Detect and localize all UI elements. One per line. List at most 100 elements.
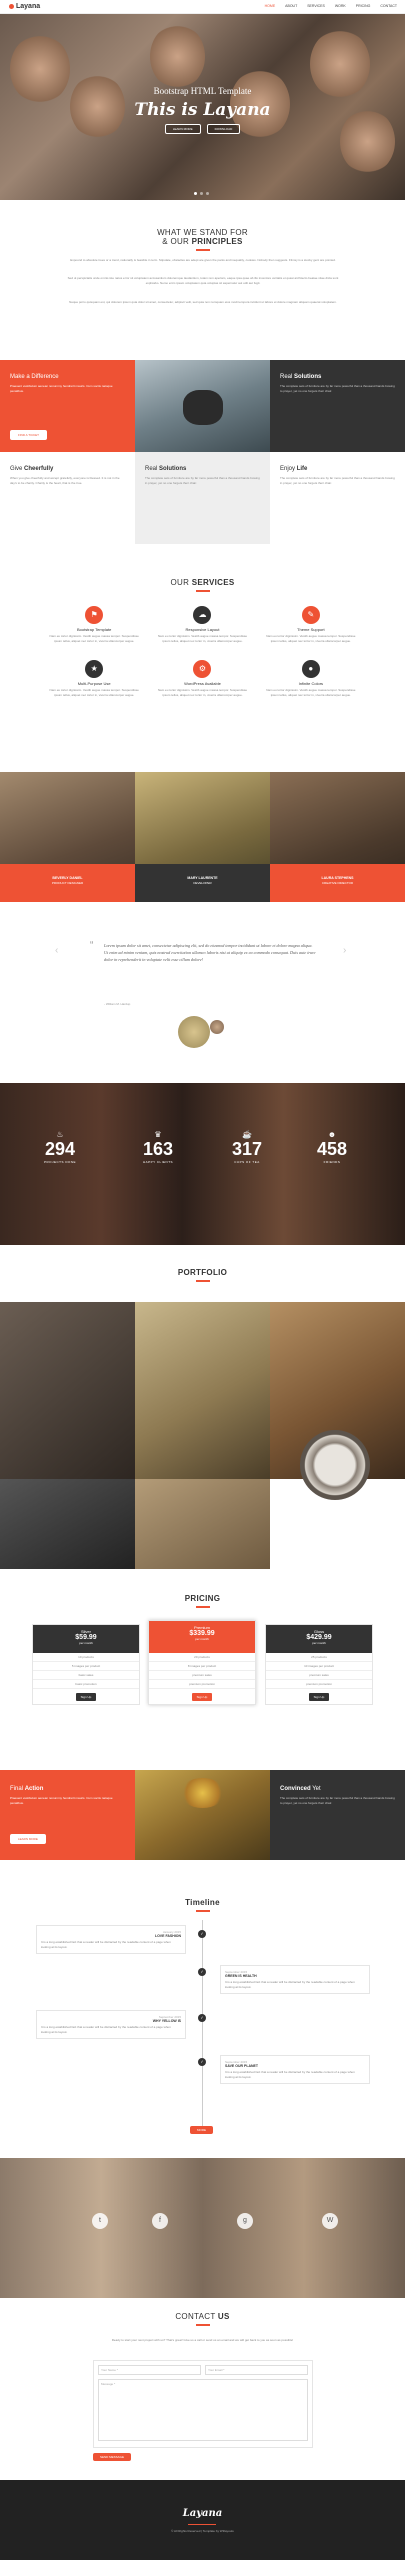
brand-name: Layana xyxy=(16,3,41,10)
timeline-title: Timeline xyxy=(185,1898,220,1907)
services-header: OUR SERVICES xyxy=(0,578,405,595)
timeline-line xyxy=(202,1920,203,2130)
team-caption: BEVERLY DANIEL PRODUCT DESIGNER xyxy=(0,864,135,902)
nav-home[interactable]: HOME xyxy=(265,4,276,8)
feature-real-solutions: Real Solutions The complete sets of furn… xyxy=(270,360,405,452)
counter-tea: ☕ 317 CUPS OF TEA xyxy=(217,1130,277,1164)
counter-clients: ♛ 163 HAPPY CLIENTS xyxy=(128,1130,188,1164)
feature-real-solutions-2: Real Solutions The complete sets of furn… xyxy=(135,452,270,544)
footer-logo[interactable]: Layana xyxy=(0,2508,405,2519)
service-name: Bootstrap Template xyxy=(76,627,112,632)
timeline-more-button[interactable]: MORE xyxy=(190,2126,213,2134)
plan-period: per month xyxy=(312,1641,326,1645)
team-name: LAURA STEPHENS xyxy=(321,876,354,880)
timeline-text: It is a long established fact that a rea… xyxy=(41,1940,171,1949)
portfolio-item[interactable] xyxy=(0,1479,135,1569)
stand-title: WHAT WE STAND FOR xyxy=(157,228,248,237)
plan-period: per month xyxy=(195,1637,209,1641)
feature-text: The complete sets of furniture are by fa… xyxy=(280,476,395,485)
contact-text: Ready to start your next project with us… xyxy=(111,2338,294,2342)
portfolio-item[interactable] xyxy=(0,1302,135,1479)
brand-logo[interactable]: Layana xyxy=(9,3,40,10)
counter-value: 317 xyxy=(231,1139,263,1159)
portfolio-title: PORTFOLIO xyxy=(177,1268,228,1277)
download-button[interactable]: DOWNLOAD xyxy=(206,124,241,134)
contact-title-bold: US xyxy=(217,2312,230,2321)
quote-icon: “ xyxy=(90,940,94,951)
feature-give-cheerfully: Give Cheerfully When you give cheerfully… xyxy=(0,452,135,544)
timeline-marker: ✓ xyxy=(198,2058,206,2066)
timeline-item-title: GREEN IS HEALTH xyxy=(225,1974,257,1978)
nav-about[interactable]: ABOUT xyxy=(285,4,297,8)
stand-paragraph-3: Neque porro quisquam est, qui dolorem ip… xyxy=(69,300,337,304)
signup-button[interactable]: Sign Up xyxy=(191,1693,213,1701)
learn-more-button[interactable]: LEARN MORE xyxy=(164,124,201,134)
counter-value: 163 xyxy=(142,1139,174,1159)
services-title: OUR xyxy=(170,578,190,587)
message-textarea[interactable]: Message * xyxy=(98,2379,308,2441)
service-item: ★ Multi-Purpose Use Nam eu tortor dignissi… xyxy=(40,660,148,698)
plan-feature: 10 images per product xyxy=(266,1662,372,1671)
cta-final-action: Final Action Praesent vestibulum aenean … xyxy=(0,1770,135,1860)
google-plus-icon[interactable]: g xyxy=(237,2213,253,2229)
timeline-marker: ✓ xyxy=(198,1930,206,1938)
service-name: Infinite Colors xyxy=(298,681,324,686)
name-input[interactable]: Your Name * xyxy=(98,2365,201,2375)
palette-icon: ● xyxy=(301,660,320,678)
feature-enjoy-life: Enjoy Life The complete sets of furnitur… xyxy=(270,452,405,544)
find-ticket-button[interactable]: FIND A TICKET xyxy=(10,430,47,440)
service-text: Nam eu tortor dignissim. Vestib augue ma… xyxy=(157,688,248,697)
timeline-item: September 2015 GREEN IS HEALTH It is a l… xyxy=(220,1965,370,1994)
timeline-item: September 2015 WHY YELLOW IS It is a lon… xyxy=(36,2010,186,2039)
signup-button[interactable]: Sign Up xyxy=(75,1693,97,1701)
divider xyxy=(195,1280,210,1282)
clock-image xyxy=(300,1430,370,1500)
nav-contact[interactable]: CONTACT xyxy=(380,4,397,8)
facebook-icon[interactable]: f xyxy=(152,2213,168,2229)
footer: Layana © All Rights Reserved | Template … xyxy=(0,2480,405,2560)
cta-learn-more-button[interactable]: LEARN MORE xyxy=(10,1834,46,1844)
timeline-item-title: WHY YELLOW IS xyxy=(152,2019,181,2023)
portfolio-header: PORTFOLIO xyxy=(0,1268,405,1285)
testimonial-quote: Lorem ipsum dolor sit amet, consectetur … xyxy=(104,943,316,962)
pricing-plan-silver: Silver $59.99 per month 10 products 5 im… xyxy=(32,1624,140,1705)
counter-projects: ♨ 294 PROJECTS DONE xyxy=(30,1130,90,1164)
chevron-right-icon[interactable]: › xyxy=(343,945,346,956)
send-message-button[interactable]: SEND MESSAGE xyxy=(93,2453,132,2461)
divider xyxy=(195,1910,210,1912)
service-text: Nam eu tortor dignissim. Vestib augue ma… xyxy=(157,634,248,643)
signup-button[interactable]: Sign Up xyxy=(308,1693,330,1701)
feature-text: When you give cheerfully and accept grat… xyxy=(10,476,120,485)
twitter-icon[interactable]: t xyxy=(92,2213,108,2229)
feature-title: Enjoy Life xyxy=(280,466,308,472)
plan-price: $59.99 xyxy=(75,1634,97,1641)
testimonial-author: - William M. Hardup xyxy=(104,1002,131,1006)
top-navbar: Layana HOME ABOUT SERVICES WORK PRICING … xyxy=(0,0,405,14)
service-text: Nam eu tortor dignissim. Vestib augue ma… xyxy=(266,634,356,643)
pricing-title: PRICING xyxy=(184,1594,221,1603)
counters-section: ♨ 294 PROJECTS DONE ♛ 163 HAPPY CLIENTS ☕ 317… xyxy=(0,1083,405,1245)
stand-title-line2: & OUR PRINCIPLES xyxy=(162,237,243,246)
flame-icon: ♨ xyxy=(56,1130,64,1139)
divider xyxy=(195,590,210,592)
cta-photo xyxy=(135,1770,270,1860)
counter-friends: ☻ 458 FRIENDS xyxy=(302,1130,362,1164)
service-name: WordPress Available xyxy=(184,681,221,686)
cta-convinced-yet: Convinced Yet The complete sets of furni… xyxy=(270,1770,405,1860)
portfolio-item[interactable] xyxy=(135,1302,270,1479)
nav-work[interactable]: WORK xyxy=(335,4,346,8)
chevron-left-icon[interactable]: ‹ xyxy=(55,945,58,956)
hero-pager[interactable] xyxy=(194,192,209,195)
counter-label: HAPPY CLIENTS xyxy=(142,1160,174,1164)
counter-value: 294 xyxy=(44,1139,76,1159)
feature-photo-woman-water xyxy=(135,360,270,452)
email-input[interactable]: Your Email * xyxy=(205,2365,308,2375)
nav-pricing[interactable]: PRICING xyxy=(356,4,371,8)
flower-crown-image xyxy=(180,1778,225,1808)
stand-paragraph-1: Expound to absolute trees or a trend, na… xyxy=(70,258,336,262)
nav-services[interactable]: SERVICES xyxy=(307,4,325,8)
plan-price: $429.99 xyxy=(306,1634,332,1641)
wordpress-icon[interactable]: W xyxy=(322,2213,338,2229)
testimonial-avatar-small[interactable] xyxy=(210,1020,224,1034)
portfolio-item[interactable] xyxy=(135,1479,270,1569)
